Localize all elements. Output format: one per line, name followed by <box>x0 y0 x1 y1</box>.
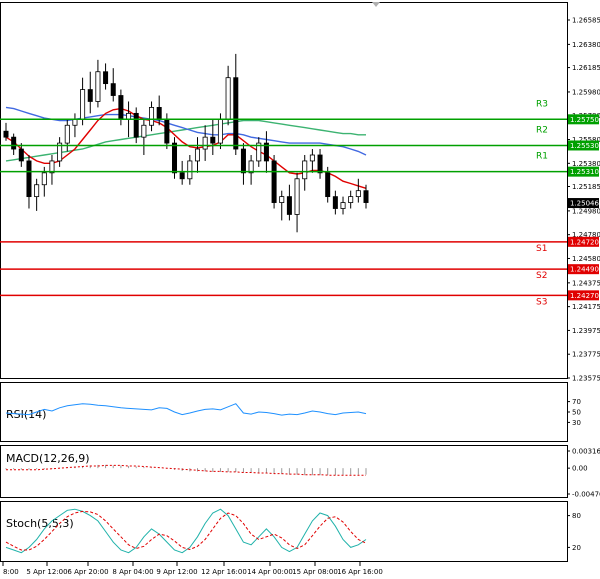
candle-body <box>156 107 162 120</box>
candle-body <box>309 154 315 162</box>
pane-tick-label: 80 <box>572 512 581 520</box>
price-tick-label: 1.26380 <box>572 41 600 49</box>
level-value-label: 1.24490 <box>570 266 599 274</box>
pane-tick-label: -0.004763 <box>572 491 600 499</box>
price-tick-label: 1.25980 <box>572 88 600 96</box>
candle-body <box>355 190 361 198</box>
candle-body <box>340 202 346 209</box>
pane-tick-label: 0.00316 <box>572 448 600 456</box>
time-tick-label: 15 Apr 08:00 <box>292 568 338 576</box>
candle-body <box>126 112 132 120</box>
candle <box>172 137 178 179</box>
candle-body <box>3 130 9 138</box>
stoch-label: Stoch(5,5,3) <box>6 517 74 530</box>
candle-body <box>133 112 139 138</box>
time-tick-label: 5 Apr 12:00 <box>26 568 67 576</box>
time-tick-label: 16 Apr 16:00 <box>337 568 383 576</box>
candle-body <box>348 196 354 203</box>
candle-body <box>240 148 246 174</box>
candle-body <box>325 172 331 198</box>
level-value-label: 1.25750 <box>570 116 599 124</box>
level-name-s3: S3 <box>536 297 547 307</box>
price-tick-label: 1.23575 <box>572 375 600 383</box>
candle-body <box>172 142 178 174</box>
level-name-r1: R1 <box>536 152 548 162</box>
candle-body <box>233 77 239 150</box>
price-tick-label: 1.25185 <box>572 183 600 191</box>
candle-body <box>64 124 70 144</box>
macd-label: MACD(12,26,9) <box>6 452 90 465</box>
candle-body <box>279 196 285 203</box>
pane-tick-label: 50 <box>572 409 581 417</box>
candle-body <box>271 160 277 203</box>
time-tick-label: 14 Apr 00:00 <box>247 568 293 576</box>
candle-body <box>103 71 109 85</box>
time-tick-label: 8:00 <box>3 568 19 576</box>
candle-body <box>363 190 369 203</box>
candle-body <box>141 124 147 138</box>
pane-tick-label: 70 <box>572 398 581 406</box>
candle-body <box>41 172 47 186</box>
level-name-s1: S1 <box>536 244 547 254</box>
candle-body <box>110 83 116 96</box>
pane-tick-label: 0.00 <box>572 465 588 473</box>
candle-body <box>332 196 338 209</box>
candle-body <box>225 77 231 120</box>
level-value-label: 1.25310 <box>570 168 599 176</box>
price-tick-label: 1.26185 <box>572 64 600 72</box>
candle-body <box>164 118 170 144</box>
time-tick-label: 9 Apr 12:00 <box>156 568 197 576</box>
current-price-label: 1.25046 <box>570 200 599 208</box>
candle-body <box>34 184 40 198</box>
candle-body <box>302 160 308 180</box>
price-tick-label: 1.26585 <box>572 17 600 25</box>
candle-body <box>118 95 124 120</box>
level-name-r3: R3 <box>536 99 548 109</box>
candle-body <box>179 172 185 180</box>
candle-body <box>210 136 216 144</box>
price-tick-label: 1.24980 <box>572 207 600 215</box>
candle-body <box>194 148 200 162</box>
level-value-label: 1.24270 <box>570 292 599 300</box>
candle-body <box>87 89 93 102</box>
candle-body <box>18 148 24 162</box>
pane-tick-label: 20 <box>572 544 581 552</box>
candle-body <box>294 178 300 215</box>
price-tick-label: 1.23975 <box>572 327 600 335</box>
level-value-label: 1.24720 <box>570 238 599 246</box>
chart-area: 1.265851.263801.261851.259801.257801.255… <box>0 0 600 579</box>
candle-body <box>217 118 223 144</box>
candle <box>271 154 277 209</box>
candle-body <box>187 160 193 180</box>
time-tick-label: 8 Apr 04:00 <box>112 568 153 576</box>
candle-body <box>202 136 208 150</box>
pane-tick-label: 30 <box>572 419 581 427</box>
candle-body <box>11 136 17 150</box>
level-name-s2: S2 <box>536 271 547 281</box>
candle-body <box>149 107 155 126</box>
price-tick-label: 1.23775 <box>572 351 600 359</box>
candle-body <box>317 154 323 174</box>
candle-body <box>72 118 78 126</box>
candle-body <box>80 89 86 120</box>
level-value-label: 1.25530 <box>570 142 599 150</box>
price-tick-label: 1.24175 <box>572 303 600 311</box>
price-tick-label: 1.25380 <box>572 160 600 168</box>
price-tick-label: 1.24375 <box>572 279 600 287</box>
time-tick-label: 6 Apr 20:00 <box>67 568 108 576</box>
time-tick-label: 12 Apr 16:00 <box>201 568 247 576</box>
candle-body <box>95 71 101 102</box>
candle-body <box>26 160 32 198</box>
price-tick-label: 1.24580 <box>572 255 600 263</box>
candle-body <box>286 196 292 215</box>
level-name-r2: R2 <box>536 125 548 135</box>
